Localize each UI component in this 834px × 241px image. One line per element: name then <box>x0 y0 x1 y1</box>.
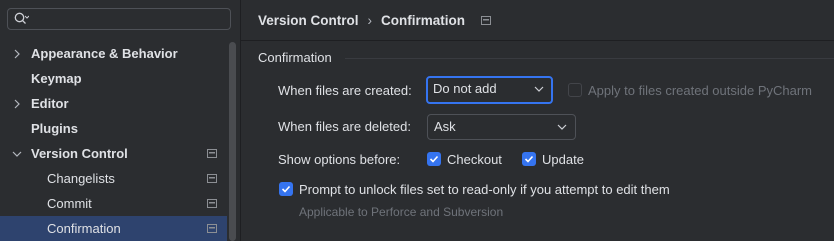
prompt-unlock-label[interactable]: Prompt to unlock files set to read-only … <box>299 182 670 197</box>
files-deleted-value: Ask <box>434 119 456 134</box>
update-label[interactable]: Update <box>542 152 584 167</box>
breadcrumb-parent[interactable]: Version Control <box>258 13 359 28</box>
sidebar-item-label: Keymap <box>31 71 82 86</box>
chevron-right-icon[interactable] <box>12 49 22 59</box>
checkmark-icon <box>281 185 291 193</box>
sidebar-item-label: Version Control <box>31 146 128 161</box>
files-deleted-label: When files are deleted: <box>278 119 411 134</box>
checkout-label[interactable]: Checkout <box>447 152 502 167</box>
project-scope-icon <box>480 15 491 25</box>
chevron-down-icon <box>534 86 544 92</box>
section-divider <box>345 58 834 59</box>
project-scope-icon <box>207 149 217 158</box>
sidebar-item-label: Appearance & Behavior <box>31 46 178 61</box>
header-divider <box>241 40 834 41</box>
project-scope-icon <box>207 174 217 183</box>
checkout-checkbox[interactable] <box>427 152 441 166</box>
sidebar-item-label: Commit <box>47 196 92 211</box>
apply-outside-label: Apply to files created outside PyCharm <box>588 83 812 98</box>
settings-search-input[interactable] <box>7 8 231 30</box>
chevron-down-icon[interactable] <box>12 149 22 159</box>
search-icon <box>14 12 29 24</box>
project-scope-icon <box>207 224 217 233</box>
files-created-dropdown[interactable]: Do not add <box>426 76 553 104</box>
section-title: Confirmation <box>258 50 332 65</box>
checkmark-icon <box>524 155 534 163</box>
sidebar-item-commit[interactable]: Commit <box>0 191 227 216</box>
sidebar-item-label: Changelists <box>47 171 115 186</box>
chevron-right-icon[interactable] <box>12 99 22 109</box>
project-scope-icon <box>207 199 217 208</box>
sidebar-item-plugins[interactable]: Plugins <box>0 116 227 141</box>
sidebar-item-label: Plugins <box>31 121 78 136</box>
files-created-value: Do not add <box>433 81 497 96</box>
checkmark-icon <box>429 155 439 163</box>
prompt-unlock-hint: Applicable to Perforce and Subversion <box>299 205 504 219</box>
prompt-unlock-checkbox[interactable] <box>279 182 293 196</box>
sidebar-item-changelists[interactable]: Changelists <box>0 166 227 191</box>
sidebar-scrollbar[interactable] <box>229 42 236 241</box>
settings-sidebar: Appearance & Behavior Keymap Editor Plug… <box>0 0 240 241</box>
sidebar-item-keymap[interactable]: Keymap <box>0 66 227 91</box>
breadcrumb-current: Confirmation <box>381 12 466 28</box>
sidebar-item-label: Editor <box>31 96 69 111</box>
files-deleted-dropdown[interactable]: Ask <box>427 114 576 140</box>
breadcrumb-separator: › <box>367 12 373 28</box>
sidebar-item-version-control[interactable]: Version Control <box>0 141 227 166</box>
sidebar-item-appearance-behavior[interactable]: Appearance & Behavior <box>0 41 227 66</box>
show-options-label: Show options before: <box>278 152 401 167</box>
update-checkbox[interactable] <box>522 152 536 166</box>
settings-content: Version Control › Confirmation Confirmatio… <box>240 0 834 241</box>
apply-outside-checkbox[interactable] <box>568 83 582 97</box>
files-created-label: When files are created: <box>278 83 412 98</box>
sidebar-item-editor[interactable]: Editor <box>0 91 227 116</box>
sidebar-item-label: Confirmation <box>47 221 121 236</box>
chevron-down-icon <box>557 124 567 130</box>
breadcrumb: Version Control › Confirmation <box>258 12 491 28</box>
sidebar-item-confirmation[interactable]: Confirmation <box>0 216 227 241</box>
